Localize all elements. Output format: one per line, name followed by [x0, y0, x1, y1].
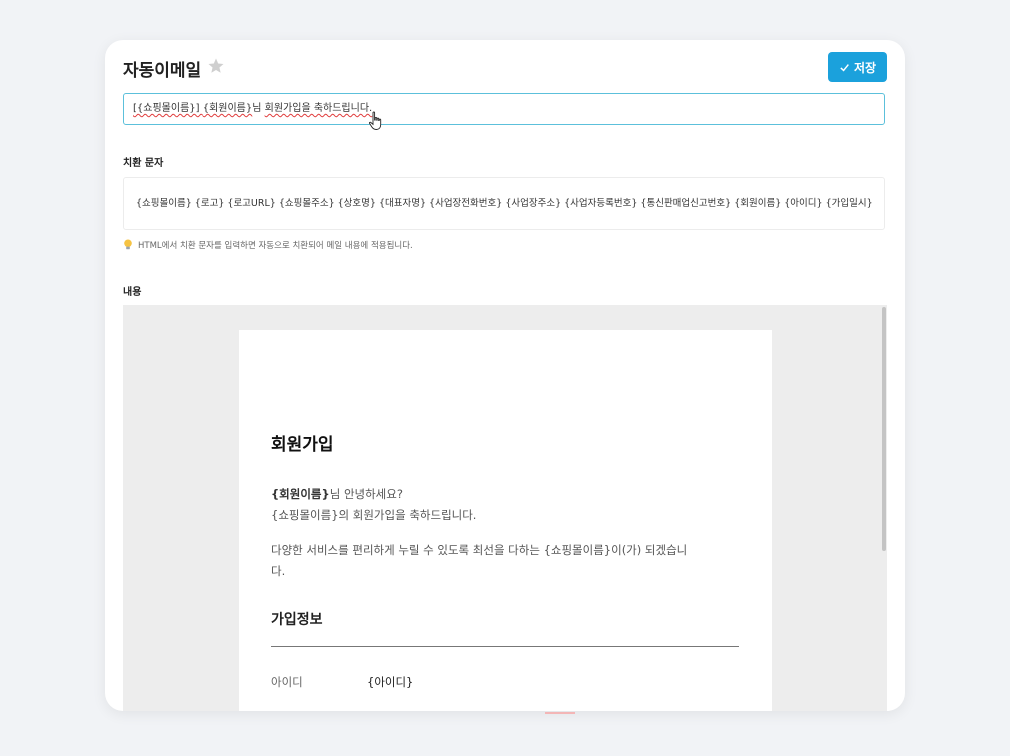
email-preview: 회원가입 {회원이름}님 안녕하세요? {쇼핑몰이름}의 회원가입을 축하드립니…: [239, 330, 772, 711]
editor-scrollbar-thumb[interactable]: [882, 307, 886, 551]
variables-label: 치환 문자: [123, 158, 164, 169]
intro-line-2: 다.: [271, 564, 286, 578]
hint-label: HTML에서 치환 문자를 입력하면 자동으로 치환되어 메일 내용에 적용됩니…: [138, 241, 413, 251]
bottom-indicator: [545, 712, 575, 714]
lightbulb-icon: [124, 239, 132, 250]
header: 자동이메일 저장: [123, 52, 887, 84]
congrats-text: {쇼핑몰이름}의 회원가입을 축하드립니다.: [271, 508, 477, 522]
email-heading: 회원가입: [271, 435, 334, 455]
save-button-label: 저장: [853, 60, 877, 75]
email-editor-card: 자동이메일 저장 [{쇼핑몰이름}] {회원이름}님 회원가입을 축하드립니다.…: [105, 40, 905, 711]
subject-part-shopname: [{쇼핑몰이름}]: [133, 103, 203, 114]
greeting-rest: 님 안녕하세요?: [329, 487, 403, 501]
star-icon[interactable]: [207, 57, 225, 75]
html-editor-preview[interactable]: 회원가입 {회원이름}님 안녕하세요? {쇼핑몰이름}의 회원가입을 축하드립니…: [123, 305, 887, 711]
content-label: 내용: [123, 287, 142, 298]
signup-info-title: 가입정보: [271, 612, 323, 628]
editor-scrollbar[interactable]: [879, 305, 887, 711]
subject-part-member: {회원이름}: [202, 103, 253, 114]
variables-list: {쇼핑몰이름} {로고} {로고URL} {쇼핑몰주소} {상호명} {대표자명…: [123, 177, 885, 230]
intro-line-1: 다양한 서비스를 편리하게 누릴 수 있도록 최선을 다하는 {쇼핑몰이름}이(…: [271, 543, 688, 557]
section-divider: [271, 646, 739, 647]
intro-text: 다양한 서비스를 편리하게 누릴 수 있도록 최선을 다하는 {쇼핑몰이름}이(…: [271, 540, 687, 582]
greeting-member-name: {회원이름}: [271, 487, 330, 501]
page-title: 자동이메일: [123, 61, 202, 81]
subject-part-congrats: 회원가입을 축하드립니다.: [264, 103, 373, 114]
save-button[interactable]: 저장: [828, 52, 887, 82]
info-row-label: 아이디: [271, 675, 303, 689]
hand-cursor-icon: [369, 111, 382, 130]
greeting-text: {회원이름}님 안녕하세요? {쇼핑몰이름}의 회원가입을 축하드립니다.: [271, 484, 476, 526]
info-row-value: {아이디}: [367, 675, 414, 689]
check-icon: [840, 63, 849, 71]
subject-input[interactable]: [{쇼핑몰이름}] {회원이름}님 회원가입을 축하드립니다.: [123, 93, 885, 125]
hint-text: HTML에서 치환 문자를 입력하면 자동으로 치환되어 메일 내용에 적용됩니…: [123, 239, 413, 251]
subject-part-suffix: 님: [252, 103, 265, 114]
